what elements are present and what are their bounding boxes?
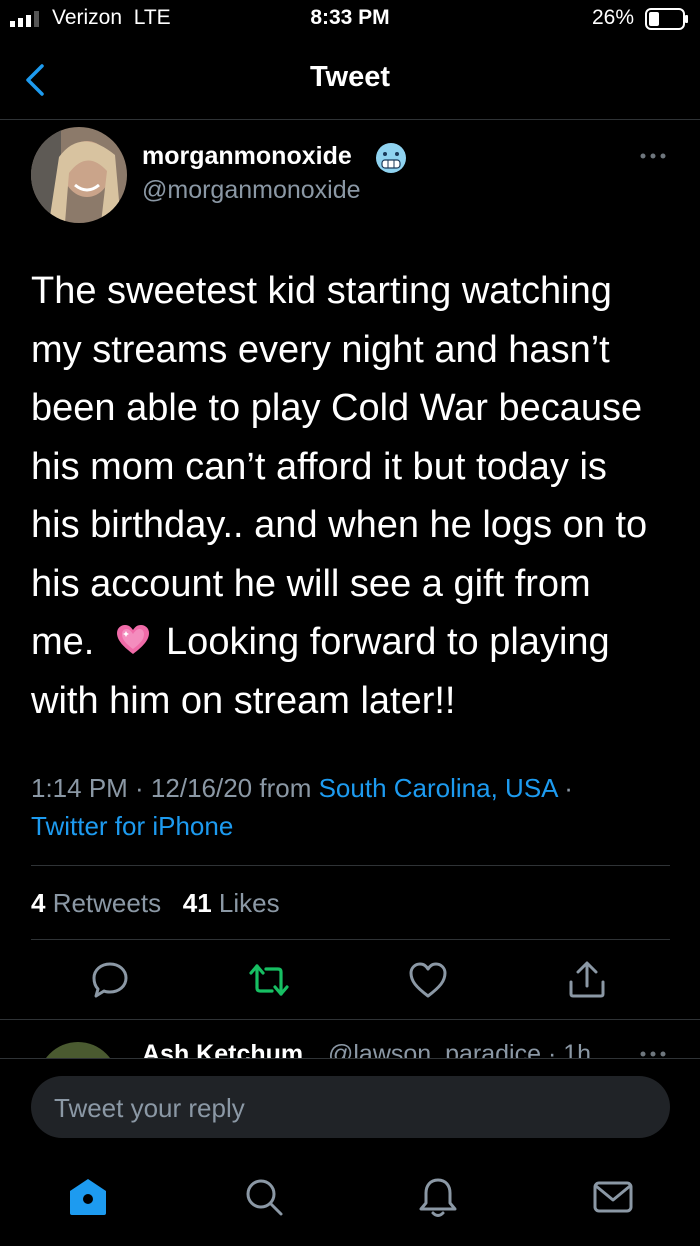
home-icon[interactable]	[66, 1175, 110, 1219]
reply-placeholder: Tweet your reply	[54, 1093, 245, 1123]
status-bar: Verizon LTE 8:33 PM 26%	[0, 0, 700, 40]
tweet-line: his mom can’t afford it but today is	[31, 445, 607, 488]
avatar[interactable]	[31, 127, 127, 223]
share-icon[interactable]	[565, 958, 609, 1002]
notifications-icon[interactable]	[416, 1175, 460, 1219]
reply-preview[interactable]: Ash Ketchum @lawson_paradice · 1h	[0, 1020, 700, 1058]
tweet-line: his birthday.. and when he logs on to	[31, 504, 648, 546]
like-icon[interactable]	[406, 958, 450, 1002]
retweets-link[interactable]: 4 Retweets	[31, 888, 161, 918]
page-title: Tweet	[309, 61, 391, 93]
tweet-meta: 1:14 PM · 12/16/20 from South Carolina, …	[31, 773, 573, 804]
reply-icon[interactable]	[88, 958, 132, 1002]
tweet-line: his account he will see a gift from	[31, 562, 591, 605]
tweet-line: been able to play Cold War because	[31, 387, 643, 429]
tweet-line: my streams every night and hasn’t	[31, 328, 610, 371]
retweets-label: Retweets	[45, 888, 162, 918]
more-options-icon[interactable]	[638, 146, 668, 166]
divider	[31, 865, 670, 866]
tweet-line-start: me.	[31, 621, 95, 663]
location-link[interactable]: South Carolina, USA	[319, 773, 557, 803]
source-link[interactable]: Twitter for iPhone	[31, 811, 233, 841]
tweet-line: The sweetest kid starting watching	[31, 270, 612, 312]
display-name[interactable]: morganmonoxide	[142, 142, 352, 171]
likes-count: 41	[182, 888, 212, 918]
messages-icon[interactable]	[591, 1175, 635, 1219]
reply-display-name[interactable]: Ash Ketchum	[142, 1040, 303, 1058]
header-divider	[0, 119, 700, 120]
meta-separator: ·	[557, 773, 573, 803]
likes-label: Likes	[211, 888, 280, 918]
user-handle[interactable]: @morganmonoxide	[142, 176, 361, 205]
cold-face-emoji-icon	[376, 143, 406, 173]
battery-icon	[645, 8, 688, 30]
timestamp: 1:14 PM · 12/16/20 from	[31, 773, 319, 803]
reply-avatar[interactable]	[38, 1042, 118, 1058]
search-icon[interactable]	[242, 1175, 286, 1219]
tweet-line-end: Looking forward to playing	[166, 621, 610, 663]
divider	[31, 939, 670, 940]
reply-meta: @lawson_paradice · 1h	[328, 1040, 592, 1058]
tweet-stats: 4 Retweets 41 Likes	[31, 888, 280, 919]
retweets-count: 4	[31, 888, 46, 918]
tweet-text: The sweetest kid starting watching my st…	[31, 262, 681, 730]
reply-more-icon[interactable]	[638, 1048, 668, 1058]
tweet-line: with him on stream later!!	[31, 679, 456, 722]
tweet-source: Twitter for iPhone	[31, 811, 233, 842]
battery-percent: 26%	[592, 6, 635, 29]
likes-link[interactable]: 41 Likes	[183, 888, 280, 918]
retweet-icon[interactable]	[247, 958, 291, 1002]
sparkling-heart-icon	[117, 625, 150, 654]
tweet-line: me. Looking forward to playing	[31, 613, 681, 672]
